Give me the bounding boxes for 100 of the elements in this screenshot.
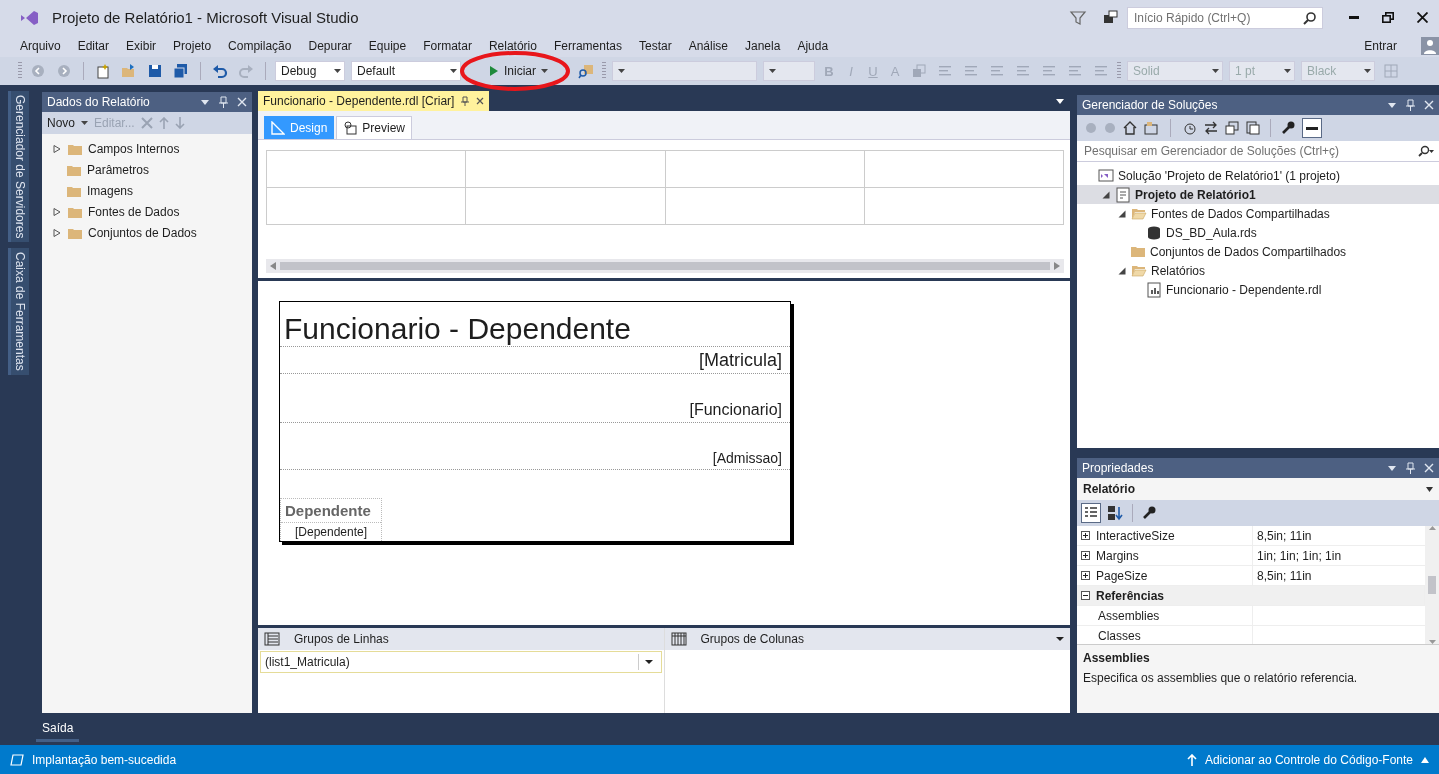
collapse-arrow-icon[interactable] [1118, 266, 1126, 275]
dropdown-icon[interactable] [334, 69, 341, 73]
vertical-scrollbar[interactable] [1425, 526, 1439, 644]
close-icon [1416, 12, 1428, 23]
output-window-icon [10, 753, 24, 766]
menu-item[interactable]: Relatório [482, 37, 543, 55]
menu-item[interactable]: Ajuda [791, 37, 835, 55]
menu-item[interactable]: Arquivo [14, 37, 67, 55]
search-icon [1418, 145, 1434, 157]
show-all-files-icon[interactable] [1246, 121, 1260, 135]
platform-dropdown[interactable]: Default [351, 61, 461, 81]
expand-icon[interactable] [1081, 551, 1090, 560]
property-value[interactable]: 8,5in; 11in [1257, 568, 1312, 583]
expand-icon[interactable] [1081, 531, 1090, 540]
dropdown-icon[interactable] [618, 69, 625, 73]
menu-item[interactable]: Testar [632, 37, 678, 55]
undo-icon[interactable] [212, 63, 228, 79]
scroll-right-icon [1054, 262, 1060, 270]
menu-item[interactable]: Projeto [167, 37, 218, 55]
pin-icon[interactable] [460, 96, 471, 106]
alphabetical-icon[interactable] [1107, 505, 1123, 521]
find-icon[interactable] [578, 63, 594, 79]
tree-item[interactable]: Funcionario - Dependente.rdl [1166, 282, 1322, 297]
tree-item[interactable]: Conjuntos de Dados [88, 225, 197, 240]
configuration-dropdown[interactable]: Debug [275, 61, 345, 81]
property-name: Classes [1098, 628, 1141, 643]
tree-item[interactable]: Fontes de Dados [88, 204, 180, 219]
window-title: Projeto de Relatório1 - Microsoft Visual Studio [52, 9, 359, 26]
tree-item[interactable]: Relatórios [1151, 263, 1206, 278]
collapse-arrow-icon[interactable] [1102, 190, 1110, 199]
menu-item[interactable]: Ferramentas [547, 37, 628, 55]
report-icon [1146, 281, 1162, 298]
quick-launch-field[interactable]: Início Rápido (Ctrl+Q) [1127, 6, 1323, 29]
filter-icon[interactable] [1069, 8, 1087, 27]
dropdown-icon[interactable] [644, 659, 653, 665]
open-folder-icon[interactable] [121, 63, 137, 79]
column-groups-icon [670, 632, 687, 646]
dropdown-icon[interactable] [1212, 69, 1219, 73]
menu-item[interactable]: Janela [739, 37, 787, 55]
dropdown-icon[interactable] [541, 69, 548, 73]
expand-arrow-icon[interactable] [53, 144, 61, 153]
preview-toggle-icon[interactable] [1302, 118, 1322, 138]
ruler-icon [271, 121, 285, 135]
dropdown-icon[interactable] [1056, 636, 1064, 642]
save-all-icon[interactable] [173, 63, 189, 79]
scrollbar-thumb[interactable] [1428, 576, 1436, 594]
side-tab[interactable]: Caixa de Ferramentas [7, 248, 29, 376]
tab-list-icon[interactable] [1056, 97, 1064, 105]
tree-item[interactable]: Campos Internos [88, 141, 180, 156]
property-name: InteractiveSize [1096, 528, 1175, 543]
property-value[interactable]: 1in; 1in; 1in; 1in [1257, 548, 1342, 563]
panel-title-bar: Gerenciador de Soluções [1077, 95, 1439, 115]
document-tab[interactable]: Funcionario - Dependente.rdl [Criar] [258, 91, 490, 111]
tree-item[interactable]: Parâmetros [87, 162, 150, 177]
menu-item[interactable]: Análise [682, 37, 734, 55]
collapse-icon[interactable] [1081, 591, 1090, 600]
tree-item[interactable]: Conjuntos de Dados Compartilhados [1150, 244, 1347, 259]
wrench-icon[interactable] [1281, 121, 1295, 135]
side-tab[interactable]: Gerenciador de Servidores [7, 91, 29, 243]
sync-icon[interactable] [1204, 121, 1218, 135]
tree-item[interactable]: Imagens [87, 183, 134, 198]
new-project-icon[interactable] [95, 63, 111, 79]
caret-up-icon[interactable] [1421, 756, 1429, 763]
menu-item[interactable]: Exibir [120, 37, 163, 55]
new-menu-button[interactable]: Novo [47, 116, 75, 130]
tree-item[interactable]: Solução 'Projeto de Relatório1' (1 projeto) [1118, 168, 1341, 183]
save-icon[interactable] [147, 63, 163, 79]
sign-in-link[interactable]: Entrar [1358, 37, 1403, 55]
menu-item[interactable]: Compilação [222, 37, 298, 55]
dropdown-icon[interactable] [81, 121, 88, 125]
categorized-icon[interactable] [1081, 503, 1101, 523]
dropdown-icon[interactable] [1284, 69, 1291, 73]
menu-item[interactable]: Formatar [417, 37, 478, 55]
menu-item[interactable]: Depurar [302, 37, 358, 55]
horizontal-scrollbar[interactable] [266, 259, 1064, 273]
expand-arrow-icon[interactable] [53, 228, 61, 237]
switch-views-icon[interactable] [1144, 121, 1160, 135]
expand-icon[interactable] [1081, 571, 1090, 580]
collapse-all-icon[interactable] [1225, 121, 1239, 135]
view-tab[interactable]: Preview [336, 116, 413, 139]
expand-arrow-icon[interactable] [53, 207, 61, 216]
property-value[interactable]: 8,5in; 11in [1257, 528, 1312, 543]
home-icon[interactable] [1123, 121, 1137, 135]
menu-item[interactable]: Editar [71, 37, 116, 55]
source-control-link[interactable]: Adicionar ao Controle do Código-Fonte [1204, 752, 1413, 767]
menu-item[interactable]: Equipe [362, 37, 413, 55]
user-icon[interactable] [1421, 37, 1439, 55]
group-item[interactable]: (list1_Matricula) [260, 651, 662, 673]
dropdown-icon[interactable] [450, 69, 457, 73]
pending-changes-icon[interactable] [1181, 121, 1197, 135]
wrench-icon[interactable] [1142, 506, 1156, 520]
output-tab[interactable]: Saída [36, 717, 80, 742]
tree-item[interactable]: DS_BD_Aula.rds [1166, 225, 1257, 240]
background-color-icon[interactable] [911, 63, 927, 79]
dropdown-icon[interactable] [769, 69, 776, 73]
close-icon[interactable] [476, 97, 485, 105]
datasource-icon [1146, 224, 1162, 241]
tree-item[interactable]: Fontes de Dados Compartilhadas [1151, 206, 1330, 221]
dropdown-icon[interactable] [1364, 69, 1371, 73]
collapse-arrow-icon[interactable] [1118, 209, 1126, 218]
